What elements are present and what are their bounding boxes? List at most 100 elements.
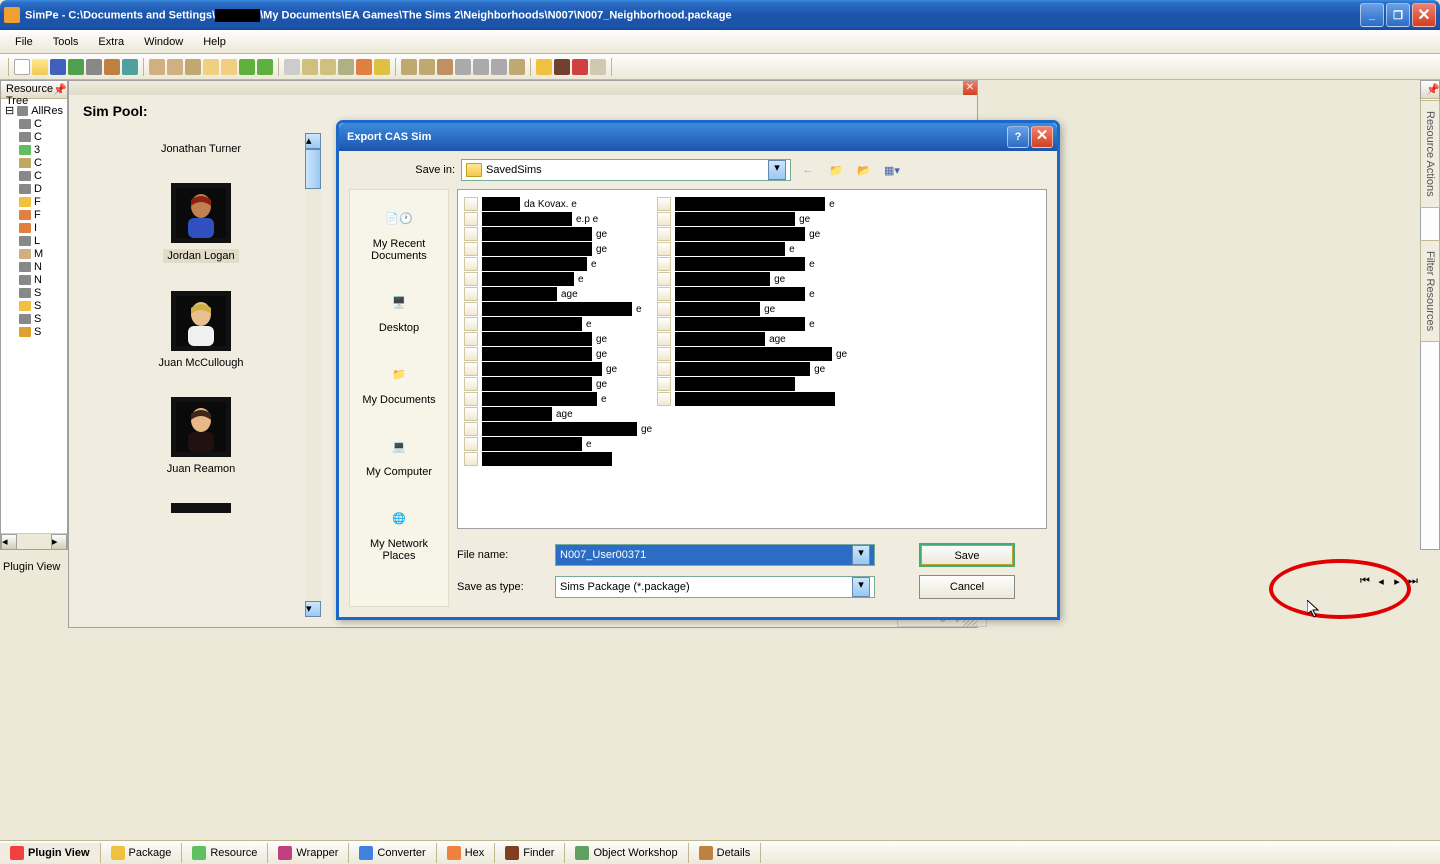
place-desktop[interactable]: 🖥️Desktop	[350, 274, 448, 346]
tb-icon-11[interactable]	[401, 59, 417, 75]
tb-icon-3[interactable]	[185, 59, 201, 75]
tree-item[interactable]: F	[5, 196, 63, 208]
tree-item[interactable]: S	[5, 326, 63, 338]
file-item[interactable]: ge	[657, 347, 847, 361]
tb-icon-21[interactable]	[590, 59, 606, 75]
sim-item[interactable]: Jordan Logan	[81, 183, 321, 263]
place-mycomp[interactable]: 💻My Computer	[350, 418, 448, 490]
close-button[interactable]: ✕	[1412, 3, 1436, 27]
dropdown-arrow-icon[interactable]: ▾	[852, 545, 870, 565]
tree-body[interactable]: ⊟AllRes CC3CCDFFILMNNSSSS	[1, 99, 67, 343]
sim-pool-scrollbar[interactable]: ▴ ▾	[305, 133, 321, 617]
file-item[interactable]: ge	[464, 347, 654, 361]
refresh-icon[interactable]	[68, 59, 84, 75]
file-item[interactable]: e	[657, 257, 847, 271]
tab-resource[interactable]: Resource	[182, 843, 268, 863]
file-item[interactable]: age	[464, 287, 654, 301]
file-item[interactable]: e	[464, 317, 654, 331]
file-item[interactable]: e	[464, 272, 654, 286]
tb-icon-18[interactable]	[536, 59, 552, 75]
file-item[interactable]: ge	[464, 227, 654, 241]
nav-first-icon[interactable]: ⏮	[1358, 575, 1372, 589]
views-icon[interactable]: ▦▾	[881, 159, 903, 181]
tab-wrapper[interactable]: Wrapper	[268, 843, 349, 863]
file-item[interactable]	[657, 392, 847, 406]
tab-details[interactable]: Details	[689, 843, 762, 863]
place-recent[interactable]: 📄🕐My Recent Documents	[350, 190, 448, 274]
tb-icon-13[interactable]	[437, 59, 453, 75]
minimize-button[interactable]: _	[1360, 3, 1384, 27]
menu-window[interactable]: Window	[134, 33, 193, 51]
scroll-right-icon[interactable]: ▸	[51, 534, 67, 550]
filename-input[interactable]: N007_User00371 ▾	[555, 544, 875, 566]
tb-icon-6[interactable]	[239, 59, 255, 75]
tb-icon-15[interactable]	[473, 59, 489, 75]
file-item[interactable]: e.p e	[464, 212, 654, 226]
menu-tools[interactable]: Tools	[43, 33, 89, 51]
file-item[interactable]: da Kovax. e	[464, 197, 654, 211]
sim-item[interactable]: Juan Reamon	[81, 397, 321, 475]
file-item[interactable]: ge	[657, 302, 847, 316]
place-mydocs[interactable]: 📁My Documents	[350, 346, 448, 418]
tree-item[interactable]: C	[5, 157, 63, 169]
file-item[interactable]	[657, 377, 847, 391]
file-item[interactable]: ge	[657, 227, 847, 241]
tree-item[interactable]: C	[5, 131, 63, 143]
maximize-button[interactable]: ❐	[1386, 3, 1410, 27]
nav-next-icon[interactable]: ▸	[1390, 575, 1404, 589]
sim-pool-list[interactable]: Jonathan TurnerJordan LoganJuan McCullou…	[81, 133, 321, 617]
export-titlebar[interactable]: Export CAS Sim ? ✕	[339, 123, 1057, 151]
file-item[interactable]: e	[464, 437, 654, 451]
tb-icon-10[interactable]	[374, 59, 390, 75]
place-network[interactable]: 🌐My Network Places	[350, 490, 448, 574]
up-folder-icon[interactable]: 📁	[825, 159, 847, 181]
tree-item[interactable]: S	[5, 300, 63, 312]
savetype-combo[interactable]: Sims Package (*.package) ▾	[555, 576, 875, 598]
tb-icon-14[interactable]	[455, 59, 471, 75]
dropdown-arrow-icon[interactable]: ▾	[852, 577, 870, 597]
help-button[interactable]: ?	[1007, 126, 1029, 148]
tb-icon-19[interactable]	[554, 59, 570, 75]
nav-prev-icon[interactable]: ◂	[1374, 575, 1388, 589]
tb-icon-1[interactable]	[149, 59, 165, 75]
tab-finder[interactable]: Finder	[495, 843, 565, 863]
sim-pool-close-icon[interactable]: ✕	[963, 81, 977, 95]
file-item[interactable]: ge	[464, 332, 654, 346]
tab-object-workshop[interactable]: Object Workshop	[565, 843, 688, 863]
tab-package[interactable]: Package	[101, 843, 183, 863]
disk-icon[interactable]	[86, 59, 102, 75]
open-icon[interactable]	[32, 59, 48, 75]
file-item[interactable]: ge	[657, 212, 847, 226]
file-item[interactable]: e	[657, 287, 847, 301]
pin-icon[interactable]: 📌	[1426, 83, 1440, 96]
tree-item[interactable]: L	[5, 235, 63, 247]
tree-item[interactable]: I	[5, 222, 63, 234]
tree-item[interactable]: S	[5, 313, 63, 325]
file-item[interactable]: ge	[464, 422, 654, 436]
nav-last-icon[interactable]: ⏭	[1406, 575, 1420, 589]
tree-item[interactable]: 3	[5, 144, 63, 156]
file-item[interactable]: ge	[464, 377, 654, 391]
resource-actions-tab[interactable]: Resource Actions	[1420, 100, 1440, 208]
file-item[interactable]	[464, 452, 654, 466]
dropdown-arrow-icon[interactable]: ▾	[768, 160, 786, 180]
tree-item[interactable]: S	[5, 287, 63, 299]
tb-icon-5[interactable]	[221, 59, 237, 75]
user-icon[interactable]	[104, 59, 120, 75]
tree-item[interactable]: N	[5, 274, 63, 286]
file-item[interactable]: e	[657, 317, 847, 331]
file-item[interactable]: age	[657, 332, 847, 346]
tb-icon-2[interactable]	[167, 59, 183, 75]
tree-item[interactable]: M	[5, 248, 63, 260]
file-item[interactable]: ge	[464, 362, 654, 376]
world-icon[interactable]	[122, 59, 138, 75]
tb-icon-9[interactable]	[356, 59, 372, 75]
file-item[interactable]: ge	[657, 362, 847, 376]
sim-item[interactable]: Juan McCullough	[81, 291, 321, 369]
file-item[interactable]: ge	[464, 242, 654, 256]
scroll-up-icon[interactable]: ▴	[305, 133, 321, 149]
file-item[interactable]: e	[464, 392, 654, 406]
tree-hscroll[interactable]: ◂ ▸	[1, 533, 67, 549]
paste-icon[interactable]	[320, 59, 336, 75]
file-item[interactable]: ge	[657, 272, 847, 286]
